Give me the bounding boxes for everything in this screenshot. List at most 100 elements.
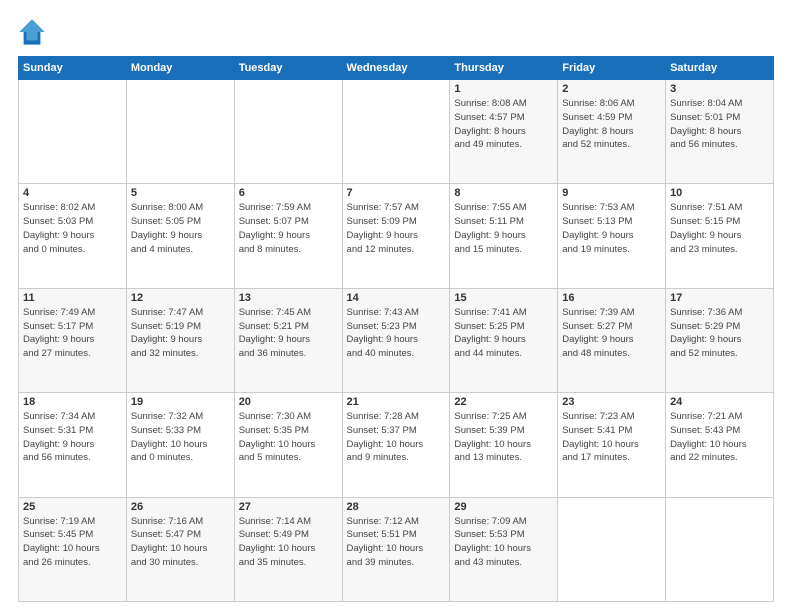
week-row-4: 25Sunrise: 7:19 AM Sunset: 5:45 PM Dayli… xyxy=(19,497,774,601)
day-info: Sunrise: 8:00 AM Sunset: 5:05 PM Dayligh… xyxy=(131,201,230,256)
day-number: 16 xyxy=(562,292,661,304)
week-row-3: 18 Sunrise: 7:34 AM Sunset: 5:31 PM Dayli… xyxy=(19,393,774,497)
day-number: 28 xyxy=(347,501,446,513)
day-info: Sunrise: 7:32 AM Sunset: 5:33 PM Dayligh… xyxy=(131,410,230,465)
day-info: Sunrise: 7:21 AM Sunset: 5:43 PM Dayligh… xyxy=(670,410,769,465)
day-info: Sunrise: 8:02 AM Sunset: 5:03 PM Dayligh… xyxy=(23,201,122,256)
calendar-cell: 29 Sunrise: 7:09 AM Sunset: 5:53 PM Dayli… xyxy=(450,497,558,601)
calendar-cell: 16 Sunrise: 7:39 AM Sunset: 5:27 PM Dayli… xyxy=(558,288,666,392)
day-number: 26 xyxy=(131,501,230,513)
day-number: 12 xyxy=(131,292,230,304)
calendar-cell: 6 Sunrise: 7:59 AM Sunset: 5:07 PM Daylig… xyxy=(234,184,342,288)
logo-icon xyxy=(18,18,46,46)
day-number: 22 xyxy=(454,396,553,408)
week-row-0: 1 Sunrise: 8:08 AM Sunset: 4:57 PM Daylig… xyxy=(19,80,774,184)
calendar-cell xyxy=(342,80,450,184)
calendar-cell xyxy=(234,80,342,184)
day-info: Sunrise: 7:41 AM Sunset: 5:25 PM Dayligh… xyxy=(454,306,553,361)
day-number: 8 xyxy=(454,187,553,199)
calendar-cell: 8 Sunrise: 7:55 AM Sunset: 5:11 PM Daylig… xyxy=(450,184,558,288)
day-info: Sunrise: 7:25 AM Sunset: 5:39 PM Dayligh… xyxy=(454,410,553,465)
calendar-cell: 5 Sunrise: 8:00 AM Sunset: 5:05 PM Daylig… xyxy=(126,184,234,288)
day-info: Sunrise: 7:36 AM Sunset: 5:29 PM Dayligh… xyxy=(670,306,769,361)
calendar-cell xyxy=(558,497,666,601)
calendar-cell: 28 Sunrise: 7:12 AM Sunset: 5:51 PM Dayli… xyxy=(342,497,450,601)
page: SundayMondayTuesdayWednesdayThursdayFrid… xyxy=(0,0,792,612)
calendar-cell: 9 Sunrise: 7:53 AM Sunset: 5:13 PM Daylig… xyxy=(558,184,666,288)
calendar-cell xyxy=(666,497,774,601)
weekday-header-thursday: Thursday xyxy=(450,57,558,80)
day-number: 1 xyxy=(454,83,553,95)
day-info: Sunrise: 8:06 AM Sunset: 4:59 PM Dayligh… xyxy=(562,97,661,152)
day-info: Sunrise: 8:04 AM Sunset: 5:01 PM Dayligh… xyxy=(670,97,769,152)
day-number: 9 xyxy=(562,187,661,199)
day-number: 11 xyxy=(23,292,122,304)
day-info: Sunrise: 8:08 AM Sunset: 4:57 PM Dayligh… xyxy=(454,97,553,152)
day-number: 24 xyxy=(670,396,769,408)
calendar-cell: 10 Sunrise: 7:51 AM Sunset: 5:15 PM Dayli… xyxy=(666,184,774,288)
week-row-1: 4 Sunrise: 8:02 AM Sunset: 5:03 PM Daylig… xyxy=(19,184,774,288)
day-number: 2 xyxy=(562,83,661,95)
day-number: 10 xyxy=(670,187,769,199)
day-number: 4 xyxy=(23,187,122,199)
day-number: 29 xyxy=(454,501,553,513)
day-info: Sunrise: 7:23 AM Sunset: 5:41 PM Dayligh… xyxy=(562,410,661,465)
day-info: Sunrise: 7:34 AM Sunset: 5:31 PM Dayligh… xyxy=(23,410,122,465)
calendar-cell: 3 Sunrise: 8:04 AM Sunset: 5:01 PM Daylig… xyxy=(666,80,774,184)
day-number: 23 xyxy=(562,396,661,408)
day-number: 27 xyxy=(239,501,338,513)
calendar-cell: 17 Sunrise: 7:36 AM Sunset: 5:29 PM Dayli… xyxy=(666,288,774,392)
day-info: Sunrise: 7:51 AM Sunset: 5:15 PM Dayligh… xyxy=(670,201,769,256)
calendar-cell: 24 Sunrise: 7:21 AM Sunset: 5:43 PM Dayli… xyxy=(666,393,774,497)
day-info: Sunrise: 7:45 AM Sunset: 5:21 PM Dayligh… xyxy=(239,306,338,361)
logo xyxy=(18,18,50,46)
day-info: Sunrise: 7:43 AM Sunset: 5:23 PM Dayligh… xyxy=(347,306,446,361)
calendar-cell: 22 Sunrise: 7:25 AM Sunset: 5:39 PM Dayli… xyxy=(450,393,558,497)
day-number: 5 xyxy=(131,187,230,199)
day-number: 21 xyxy=(347,396,446,408)
day-info: Sunrise: 7:16 AM Sunset: 5:47 PM Dayligh… xyxy=(131,515,230,570)
calendar-cell: 7 Sunrise: 7:57 AM Sunset: 5:09 PM Daylig… xyxy=(342,184,450,288)
week-row-2: 11Sunrise: 7:49 AM Sunset: 5:17 PM Dayli… xyxy=(19,288,774,392)
calendar-cell: 19 Sunrise: 7:32 AM Sunset: 5:33 PM Dayli… xyxy=(126,393,234,497)
day-info: Sunrise: 7:39 AM Sunset: 5:27 PM Dayligh… xyxy=(562,306,661,361)
calendar-cell xyxy=(126,80,234,184)
day-info: Sunrise: 7:59 AM Sunset: 5:07 PM Dayligh… xyxy=(239,201,338,256)
day-number: 15 xyxy=(454,292,553,304)
day-number: 19 xyxy=(131,396,230,408)
weekday-header-saturday: Saturday xyxy=(666,57,774,80)
calendar-cell: 23 Sunrise: 7:23 AM Sunset: 5:41 PM Dayli… xyxy=(558,393,666,497)
day-info: Sunrise: 7:47 AM Sunset: 5:19 PM Dayligh… xyxy=(131,306,230,361)
calendar-cell: 14Sunrise: 7:43 AM Sunset: 5:23 PM Dayli… xyxy=(342,288,450,392)
day-info: Sunrise: 7:14 AM Sunset: 5:49 PM Dayligh… xyxy=(239,515,338,570)
day-info: Sunrise: 7:55 AM Sunset: 5:11 PM Dayligh… xyxy=(454,201,553,256)
day-number: 17 xyxy=(670,292,769,304)
day-info: Sunrise: 7:12 AM Sunset: 5:51 PM Dayligh… xyxy=(347,515,446,570)
calendar-cell: 26 Sunrise: 7:16 AM Sunset: 5:47 PM Dayli… xyxy=(126,497,234,601)
day-info: Sunrise: 7:30 AM Sunset: 5:35 PM Dayligh… xyxy=(239,410,338,465)
header xyxy=(18,18,774,46)
day-number: 13 xyxy=(239,292,338,304)
day-info: Sunrise: 7:09 AM Sunset: 5:53 PM Dayligh… xyxy=(454,515,553,570)
calendar-cell: 12 Sunrise: 7:47 AM Sunset: 5:19 PM Dayli… xyxy=(126,288,234,392)
day-info: Sunrise: 7:57 AM Sunset: 5:09 PM Dayligh… xyxy=(347,201,446,256)
calendar-cell xyxy=(19,80,127,184)
calendar-cell: 25Sunrise: 7:19 AM Sunset: 5:45 PM Dayli… xyxy=(19,497,127,601)
calendar-cell: 1 Sunrise: 8:08 AM Sunset: 4:57 PM Daylig… xyxy=(450,80,558,184)
calendar-cell: 11Sunrise: 7:49 AM Sunset: 5:17 PM Dayli… xyxy=(19,288,127,392)
day-info: Sunrise: 7:53 AM Sunset: 5:13 PM Dayligh… xyxy=(562,201,661,256)
calendar-cell: 2 Sunrise: 8:06 AM Sunset: 4:59 PM Daylig… xyxy=(558,80,666,184)
calendar-cell: 13 Sunrise: 7:45 AM Sunset: 5:21 PM Dayli… xyxy=(234,288,342,392)
day-number: 6 xyxy=(239,187,338,199)
calendar-cell: 21Sunrise: 7:28 AM Sunset: 5:37 PM Dayli… xyxy=(342,393,450,497)
calendar-cell: 4 Sunrise: 8:02 AM Sunset: 5:03 PM Daylig… xyxy=(19,184,127,288)
weekday-header-friday: Friday xyxy=(558,57,666,80)
day-number: 3 xyxy=(670,83,769,95)
calendar-cell: 18 Sunrise: 7:34 AM Sunset: 5:31 PM Dayli… xyxy=(19,393,127,497)
day-number: 25 xyxy=(23,501,122,513)
weekday-header-sunday: Sunday xyxy=(19,57,127,80)
weekday-header-tuesday: Tuesday xyxy=(234,57,342,80)
day-number: 7 xyxy=(347,187,446,199)
calendar-cell: 15 Sunrise: 7:41 AM Sunset: 5:25 PM Dayli… xyxy=(450,288,558,392)
day-number: 18 xyxy=(23,396,122,408)
